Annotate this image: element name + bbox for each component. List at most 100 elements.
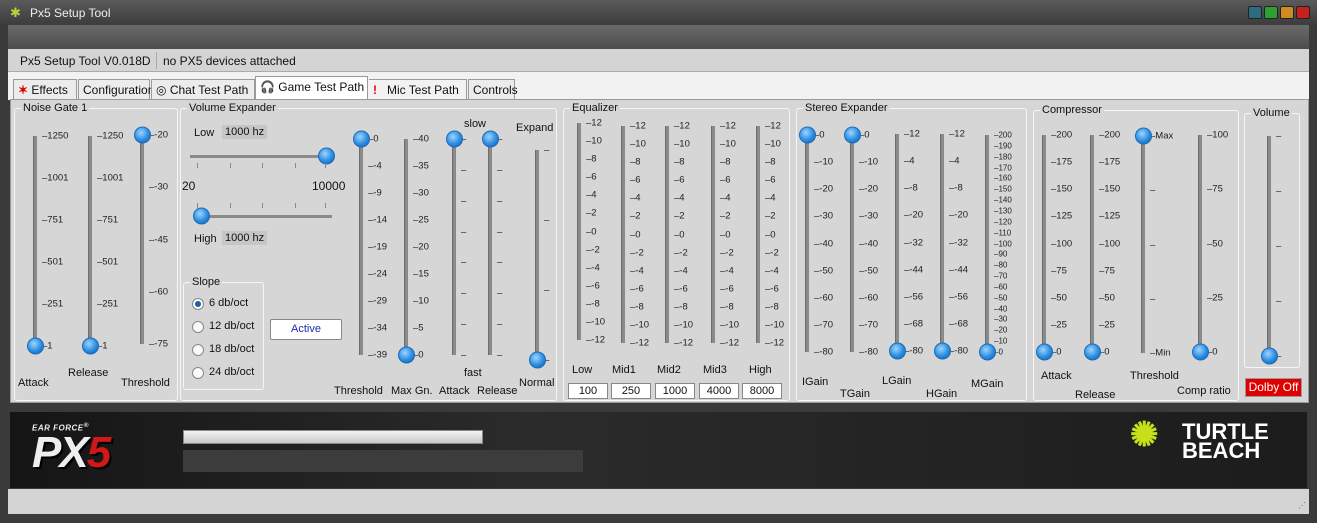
slope-12-radio[interactable] bbox=[192, 321, 204, 333]
slope-18-radio[interactable] bbox=[192, 344, 204, 356]
tick-label: –12 bbox=[904, 128, 920, 140]
tab-chat-test-path[interactable]: ◎ Chat Test Path bbox=[151, 79, 255, 99]
tick-label: –-14 bbox=[368, 214, 388, 226]
tick-label: –-10 bbox=[814, 156, 834, 168]
tick-label: –4 bbox=[586, 189, 597, 201]
eq-low-frequency-input[interactable]: 100 bbox=[568, 383, 608, 399]
slider-thumb[interactable] bbox=[529, 351, 546, 369]
slider-thumb[interactable] bbox=[193, 207, 210, 225]
slider-thumb[interactable] bbox=[799, 126, 816, 144]
low-frequency-slider[interactable] bbox=[190, 147, 335, 165]
tab-controls[interactable]: Controls bbox=[468, 79, 518, 99]
chat-icon: ◎ bbox=[156, 83, 167, 97]
eq-mid3-frequency-input[interactable]: 4000 bbox=[699, 383, 739, 399]
tick-label: –200 bbox=[1099, 129, 1121, 141]
resize-grip-icon[interactable]: ⋰ bbox=[1298, 501, 1306, 510]
eq-mid2-slider[interactable]: –12 –10 –8 –6 –4 –2 –0 –-2 –-4 –-6 –-8 –-10 –-12 bbox=[665, 121, 693, 349]
eq-high-slider[interactable]: –12 –10 –8 –6 –4 –2 –0 –-2 –-4 –-6 –-8 –-10 –-12 bbox=[756, 121, 784, 349]
slider-thumb[interactable] bbox=[1192, 343, 1209, 361]
expand-normal-slider[interactable]: – – – – bbox=[529, 145, 549, 369]
slider-thumb[interactable] bbox=[27, 337, 44, 355]
lgain-slider[interactable]: –12 –4 –-8 –-20 –-32 –-44 –-56 –-68 –-80 bbox=[889, 129, 923, 360]
slider-thumb[interactable] bbox=[134, 126, 151, 144]
compressor-threshold-slider[interactable]: –Max – – – –Min bbox=[1135, 127, 1173, 359]
tick-label: –-10 bbox=[720, 319, 740, 331]
slider-thumb[interactable] bbox=[482, 130, 499, 148]
expander-max-gain-slider[interactable]: –40 –35 –30 –25 –20 –15 –10 –5 –0 bbox=[398, 134, 429, 364]
slope-24-radio[interactable] bbox=[192, 367, 204, 379]
slider-thumb[interactable] bbox=[398, 346, 415, 364]
tick-label: –20 bbox=[994, 325, 1008, 335]
eq-mid1-slider[interactable]: –12 –10 –8 –6 –4 –2 –0 –-2 –-4 –-6 –-8 –-10 –-12 bbox=[621, 121, 649, 349]
expander-release-slider[interactable]: – – – – – – – – bbox=[482, 130, 502, 361]
eq-mid3-slider[interactable]: –12 –10 –8 –6 –4 –2 –0 –-2 –-4 –-6 –-8 –-10 –-12 bbox=[711, 121, 739, 349]
eq-high-frequency-input[interactable]: 8000 bbox=[742, 383, 782, 399]
slider-thumb[interactable] bbox=[1036, 343, 1053, 361]
tick-label: –130 bbox=[994, 206, 1012, 216]
tab-mic-test-path[interactable]: ! Mic Test Path bbox=[369, 79, 467, 99]
close-button[interactable] bbox=[1296, 6, 1310, 19]
tick-label: –200 bbox=[1051, 129, 1073, 141]
minimize-button[interactable] bbox=[1264, 6, 1278, 19]
slider-thumb[interactable] bbox=[1135, 127, 1152, 145]
tick-label: – bbox=[544, 214, 550, 226]
slider-thumb[interactable] bbox=[889, 342, 906, 360]
tab-effects[interactable]: ✶ Effects bbox=[13, 79, 77, 99]
tab-bar: ✶ Effects Configuration ◎ Chat Test Path… bbox=[8, 72, 1309, 100]
igain-slider[interactable]: –0 –-10 –-20 –-30 –-40 –-50 –-60 –-70 –-80 bbox=[799, 126, 833, 358]
noise-gate-threshold-slider[interactable]: –-20 –-30 –-45 –-60 –-75 bbox=[134, 126, 168, 350]
tab-game-test-path[interactable]: 🎧 Game Test Path bbox=[255, 76, 368, 100]
tick-label: –-10 bbox=[859, 156, 879, 168]
version-label: Px5 Setup Tool V0.018D bbox=[20, 54, 151, 68]
comp-ratio-slider[interactable]: –100 –75 –50 –25 –0 bbox=[1192, 130, 1228, 361]
eq-low-slider[interactable]: –12 –10 –8 –6 –4 –2 –0 –-2 –-4 –-6 –-8 –-10 –-12 bbox=[577, 118, 605, 346]
noise-gate-release-slider[interactable]: –1250 –1001 –751 –501 –251 –1 bbox=[82, 131, 123, 355]
hgain-slider[interactable]: –12 –4 –-8 –-20 –-32 –-44 –-56 –-68 –-80 bbox=[934, 129, 968, 360]
expander-threshold-slider[interactable]: –0 –-4 –-9 –-14 –-19 –-24 –-29 –-34 –-39 bbox=[353, 130, 387, 361]
tick-label: –-80 bbox=[859, 346, 879, 358]
slider-thumb[interactable] bbox=[82, 337, 99, 355]
expander-attack-slider[interactable]: – – – – – – – – bbox=[446, 130, 466, 361]
tick-label: –-24 bbox=[368, 268, 388, 280]
compressor-attack-slider[interactable]: –200 –175 –150 –125 –100 –75 –50 –25 –0 bbox=[1036, 130, 1072, 361]
comp-ratio-label: Comp ratio bbox=[1177, 385, 1231, 397]
maximize-button[interactable] bbox=[1280, 6, 1294, 19]
slider-thumb[interactable] bbox=[934, 342, 951, 360]
tick-label: –25 bbox=[1051, 319, 1067, 331]
tick-label: –-70 bbox=[859, 319, 879, 331]
low-label: Low bbox=[194, 127, 215, 139]
slider-thumb[interactable] bbox=[979, 343, 996, 361]
tick-label: –0 bbox=[674, 229, 685, 240]
slider-thumb[interactable] bbox=[446, 130, 463, 148]
tick-label: –-8 bbox=[720, 301, 734, 313]
eq-mid2-frequency-input[interactable]: 1000 bbox=[655, 383, 695, 399]
slider-thumb[interactable] bbox=[318, 147, 335, 165]
tick-label: –-20 bbox=[949, 209, 969, 221]
slider-thumb[interactable] bbox=[353, 130, 370, 148]
tick-label: –-2 bbox=[630, 247, 644, 259]
help-button[interactable] bbox=[1248, 6, 1262, 19]
tab-configuration[interactable]: Configuration bbox=[78, 79, 154, 99]
slope-6-radio[interactable] bbox=[192, 298, 204, 310]
active-button[interactable]: Active bbox=[270, 319, 342, 340]
high-frequency-slider[interactable] bbox=[193, 207, 332, 225]
slider-thumb[interactable] bbox=[1261, 347, 1278, 365]
slider-thumb[interactable] bbox=[844, 126, 861, 144]
high-frequency-value: 1000 hz bbox=[222, 231, 268, 245]
eq-mid1-frequency-input[interactable]: 250 bbox=[611, 383, 651, 399]
tick-label: –175 bbox=[1099, 156, 1121, 168]
dolby-button[interactable]: Dolby Off bbox=[1245, 378, 1302, 397]
noise-gate-attack-slider[interactable]: –1250 –1001 –751 –501 –251 –1 bbox=[27, 131, 68, 355]
tick-label: –50 bbox=[994, 293, 1008, 303]
tick-label: – bbox=[497, 318, 503, 330]
slider-thumb[interactable] bbox=[1084, 343, 1101, 361]
compressor-release-slider[interactable]: –200 –175 –150 –125 –100 –75 –50 –25 –0 bbox=[1084, 130, 1120, 361]
tick-label: –-80 bbox=[949, 345, 969, 357]
tgain-slider[interactable]: –0 –-10 –-20 –-30 –-40 –-50 –-60 –-70 –-80 bbox=[844, 126, 878, 358]
group-title: Volume Expander bbox=[187, 102, 278, 114]
tick-label: –501 bbox=[42, 256, 64, 268]
mgain-slider[interactable]: –200 –190 –180 –170 –160 –150 –140 –130 –120 –110… bbox=[979, 131, 1012, 361]
tick-label: –100 bbox=[1099, 238, 1121, 249]
volume-slider[interactable]: – – – – – bbox=[1261, 131, 1281, 365]
tick-label: –-12 bbox=[630, 337, 650, 349]
